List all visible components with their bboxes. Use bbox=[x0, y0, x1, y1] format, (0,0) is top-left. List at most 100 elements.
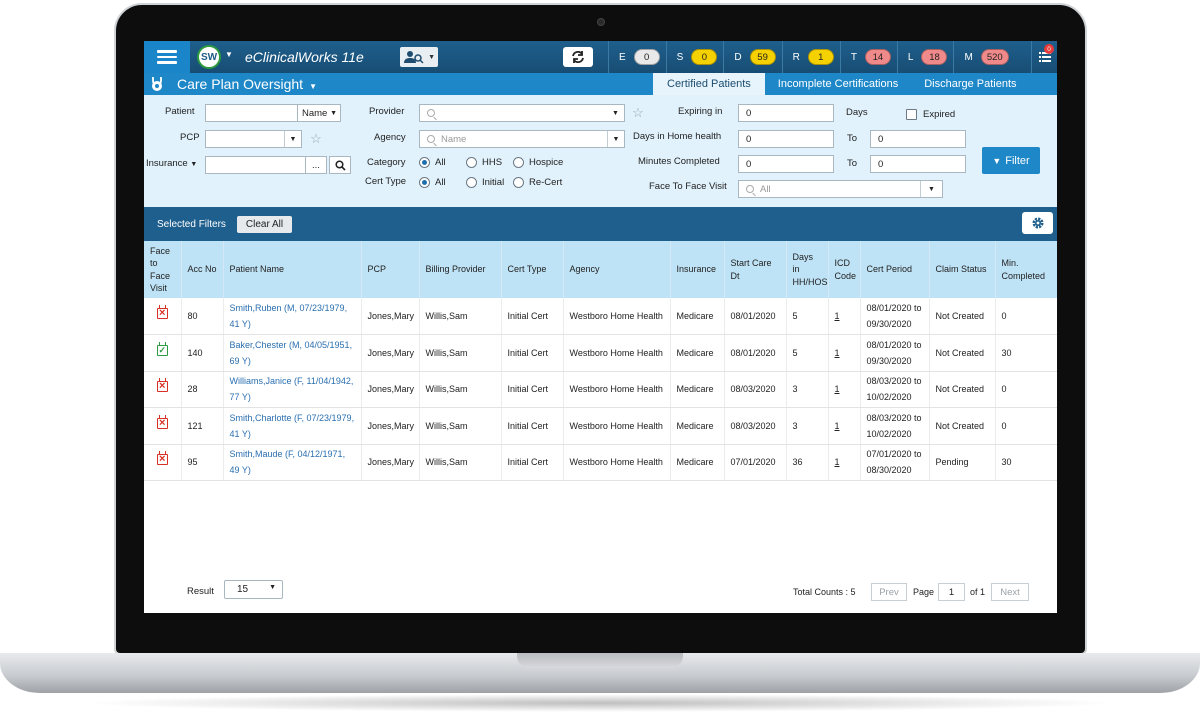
cell-icd[interactable]: 1 bbox=[828, 444, 861, 481]
patient-lookup-button[interactable]: ▼ bbox=[400, 47, 438, 67]
column-header[interactable]: Start Care Dt bbox=[724, 241, 787, 298]
insurance-search-button[interactable] bbox=[329, 156, 351, 174]
chevron-down-icon: ▼ bbox=[330, 109, 337, 117]
column-header[interactable]: Billing Provider bbox=[419, 241, 502, 298]
prev-page-button[interactable]: Prev bbox=[871, 583, 907, 601]
radio-circle bbox=[513, 157, 524, 168]
cell-name[interactable]: Smith,Ruben (M, 07/23/1979, 41 Y) bbox=[223, 298, 362, 335]
cell-ins: Medicare bbox=[670, 444, 725, 481]
table-row[interactable]: 121Smith,Charlotte (F, 07/23/1979, 41 Y)… bbox=[144, 407, 1057, 445]
page-number-input[interactable]: 1 bbox=[938, 583, 965, 601]
counter-e[interactable]: E0 bbox=[608, 41, 666, 73]
cert-type-radio-all[interactable]: All bbox=[419, 177, 446, 188]
calendar-check-icon[interactable] bbox=[156, 341, 168, 356]
cert-type-label: Cert Type bbox=[365, 176, 407, 187]
minutes-completed-from-input[interactable]: 0 bbox=[738, 155, 834, 173]
column-header[interactable]: Cert Period bbox=[860, 241, 930, 298]
chevron-down-icon: ▼ bbox=[607, 131, 624, 147]
agency-select[interactable]: Name ▼ bbox=[419, 130, 625, 148]
radio-circle bbox=[466, 157, 477, 168]
cell-icd[interactable]: 1 bbox=[828, 407, 861, 445]
counter-t[interactable]: T 14 bbox=[839, 41, 897, 73]
user-menu-caret-icon[interactable]: ▼ bbox=[225, 50, 233, 59]
insurance-label[interactable]: Insurance ▼ bbox=[146, 158, 197, 169]
cell-icd[interactable]: 1 bbox=[828, 371, 861, 408]
face-to-face-label: Face To Face Visit bbox=[649, 181, 727, 192]
chevron-down-icon: ▼ bbox=[428, 53, 435, 61]
expiring-in-input[interactable]: 0 bbox=[738, 104, 834, 122]
minutes-completed-to-input[interactable]: 0 bbox=[870, 155, 966, 173]
counter-d[interactable]: D 59 bbox=[723, 41, 781, 73]
next-page-button[interactable]: Next bbox=[991, 583, 1029, 601]
settings-button[interactable] bbox=[1022, 212, 1053, 234]
column-header[interactable]: Min. Completed bbox=[995, 241, 1057, 298]
result-per-page-select[interactable]: 15 ▼ bbox=[224, 580, 283, 599]
insurance-input[interactable] bbox=[205, 156, 306, 174]
patient-input[interactable] bbox=[205, 104, 298, 122]
column-header[interactable]: Insurance bbox=[670, 241, 725, 298]
calendar-x-icon[interactable] bbox=[156, 451, 168, 466]
column-header[interactable]: Face to Face Visit bbox=[144, 241, 182, 298]
page-title[interactable]: Care Plan Oversight ▼ bbox=[177, 76, 317, 92]
tab-certified-patients[interactable]: Certified Patients bbox=[653, 73, 765, 95]
table-row[interactable]: 28Williams,Janice (F, 11/04/1942, 77 Y)J… bbox=[144, 371, 1057, 408]
tab-discharge-patients[interactable]: Discharge Patients bbox=[911, 73, 1029, 95]
notifications-button[interactable]: 0 bbox=[1031, 41, 1057, 73]
cell-period: 08/03/2020 to 10/02/2020 bbox=[860, 407, 930, 445]
counter-m[interactable]: M 520 bbox=[953, 41, 1014, 73]
column-header[interactable]: Cert Type bbox=[501, 241, 564, 298]
provider-select[interactable]: ▼ bbox=[419, 104, 625, 122]
calendar-x-icon[interactable] bbox=[156, 378, 168, 393]
search-icon bbox=[334, 159, 346, 171]
cell-acc: 121 bbox=[181, 407, 224, 445]
provider-favorite-star-icon[interactable]: ☆ bbox=[628, 104, 648, 122]
counter-pill: 59 bbox=[749, 49, 776, 65]
insurance-lookup-button[interactable]: ... bbox=[305, 156, 327, 174]
cell-name[interactable]: Baker,Chester (M, 04/05/1951, 69 Y) bbox=[223, 334, 362, 372]
counter-r[interactable]: R1 bbox=[781, 41, 840, 73]
cert-type-radio-recert[interactable]: Re-Cert bbox=[513, 177, 562, 188]
cell-name[interactable]: Williams,Janice (F, 11/04/1942, 77 Y) bbox=[223, 371, 362, 408]
column-header[interactable]: Patient Name bbox=[223, 241, 362, 298]
cell-name[interactable]: Smith,Maude (F, 04/12/1971, 49 Y) bbox=[223, 444, 362, 481]
pcp-select[interactable]: ▼ bbox=[205, 130, 302, 148]
column-header[interactable]: ICD Code bbox=[828, 241, 861, 298]
cert-type-radio-initial[interactable]: Initial bbox=[466, 177, 504, 188]
cell-name[interactable]: Smith,Charlotte (F, 07/23/1979, 41 Y) bbox=[223, 407, 362, 445]
calendar-x-icon[interactable] bbox=[156, 414, 168, 430]
result-per-page-value: 15 bbox=[237, 584, 249, 595]
table-row[interactable]: 80Smith,Ruben (M, 07/23/1979, 41 Y)Jones… bbox=[144, 298, 1057, 335]
cell-acc: 80 bbox=[181, 298, 224, 335]
face-to-face-select[interactable]: All ▼ bbox=[738, 180, 943, 198]
table-row[interactable]: 95Smith,Maude (F, 04/12/1971, 49 Y)Jones… bbox=[144, 444, 1057, 481]
expired-checkbox[interactable] bbox=[906, 109, 917, 120]
column-header[interactable]: Agency bbox=[563, 241, 671, 298]
category-radio-all[interactable]: All bbox=[419, 157, 446, 168]
category-radio-hhs[interactable]: HHS bbox=[466, 157, 502, 168]
counter-s[interactable]: S0 bbox=[665, 41, 724, 73]
hamburger-menu-icon[interactable] bbox=[144, 41, 190, 73]
days-home-health-to-input[interactable]: 0 bbox=[870, 130, 966, 148]
table-row[interactable]: 140Baker,Chester (M, 04/05/1951, 69 Y)Jo… bbox=[144, 334, 1057, 372]
pcp-favorite-star-icon[interactable]: ☆ bbox=[306, 130, 326, 148]
patient-sort-select[interactable]: Name ▼ bbox=[297, 104, 341, 122]
cell-agency: Westboro Home Health bbox=[563, 298, 671, 335]
cell-icd[interactable]: 1 bbox=[828, 298, 861, 335]
days-home-health-from-input[interactable]: 0 bbox=[738, 130, 834, 148]
cell-icd[interactable]: 1 bbox=[828, 334, 861, 372]
refresh-button[interactable] bbox=[563, 47, 593, 67]
radio-circle bbox=[513, 177, 524, 188]
tab-incomplete-certifications[interactable]: Incomplete Certifications bbox=[765, 73, 911, 95]
counter-l[interactable]: L 18 bbox=[896, 41, 954, 73]
days-home-health-to-label: To bbox=[847, 133, 858, 144]
column-header[interactable]: Acc No bbox=[181, 241, 224, 298]
calendar-x-icon[interactable] bbox=[156, 305, 168, 320]
filter-button[interactable]: ▼ Filter bbox=[982, 147, 1040, 174]
clear-all-button[interactable]: Clear All bbox=[237, 216, 292, 233]
column-header[interactable]: Claim Status bbox=[929, 241, 996, 298]
user-avatar[interactable]: SW bbox=[197, 45, 221, 69]
counter-letter: E bbox=[619, 51, 626, 63]
column-header[interactable]: PCP bbox=[361, 241, 420, 298]
column-header[interactable]: Days in HH/HOS bbox=[786, 241, 829, 298]
category-radio-hospice[interactable]: Hospice bbox=[513, 157, 563, 168]
